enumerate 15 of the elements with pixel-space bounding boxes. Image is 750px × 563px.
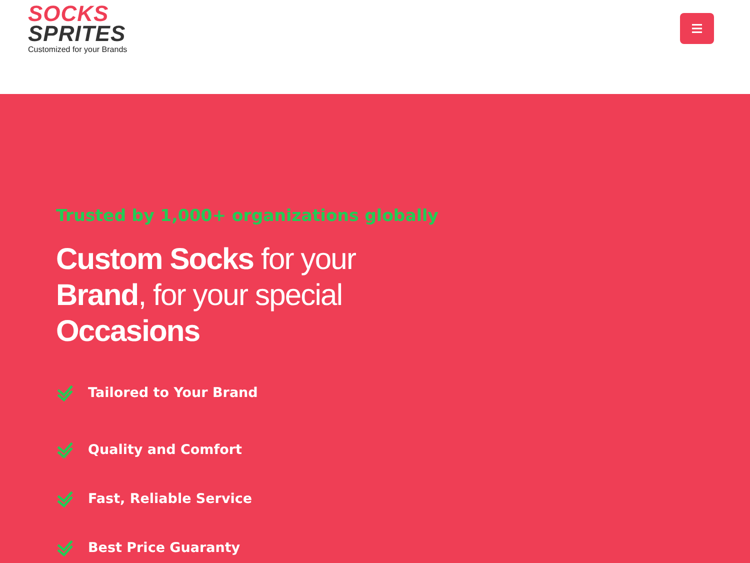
menu-icon xyxy=(692,24,702,33)
hero-heading: Custom Socks for your Brand, for your special Occasions xyxy=(56,242,357,350)
logo-text: SOCKS xyxy=(28,4,109,24)
feature-text: Tailored to Your Brand xyxy=(88,384,258,402)
logo-text: SPRITES xyxy=(28,24,127,44)
menu-button[interactable] xyxy=(680,13,714,44)
feature-text: Fast, Reliable Service xyxy=(88,490,252,508)
double-check-icon xyxy=(56,490,74,508)
tagline-text: Trusted by 1,000+ organizations globally xyxy=(56,205,440,227)
logo-tagline: Customized for your Brands xyxy=(28,44,128,56)
double-check-icon xyxy=(56,384,74,402)
double-check-icon xyxy=(56,441,74,459)
double-check-icon xyxy=(56,539,74,557)
feature-text: Quality and Comfort xyxy=(88,442,242,458)
feature-text: Best Price Guaranty xyxy=(88,540,240,556)
